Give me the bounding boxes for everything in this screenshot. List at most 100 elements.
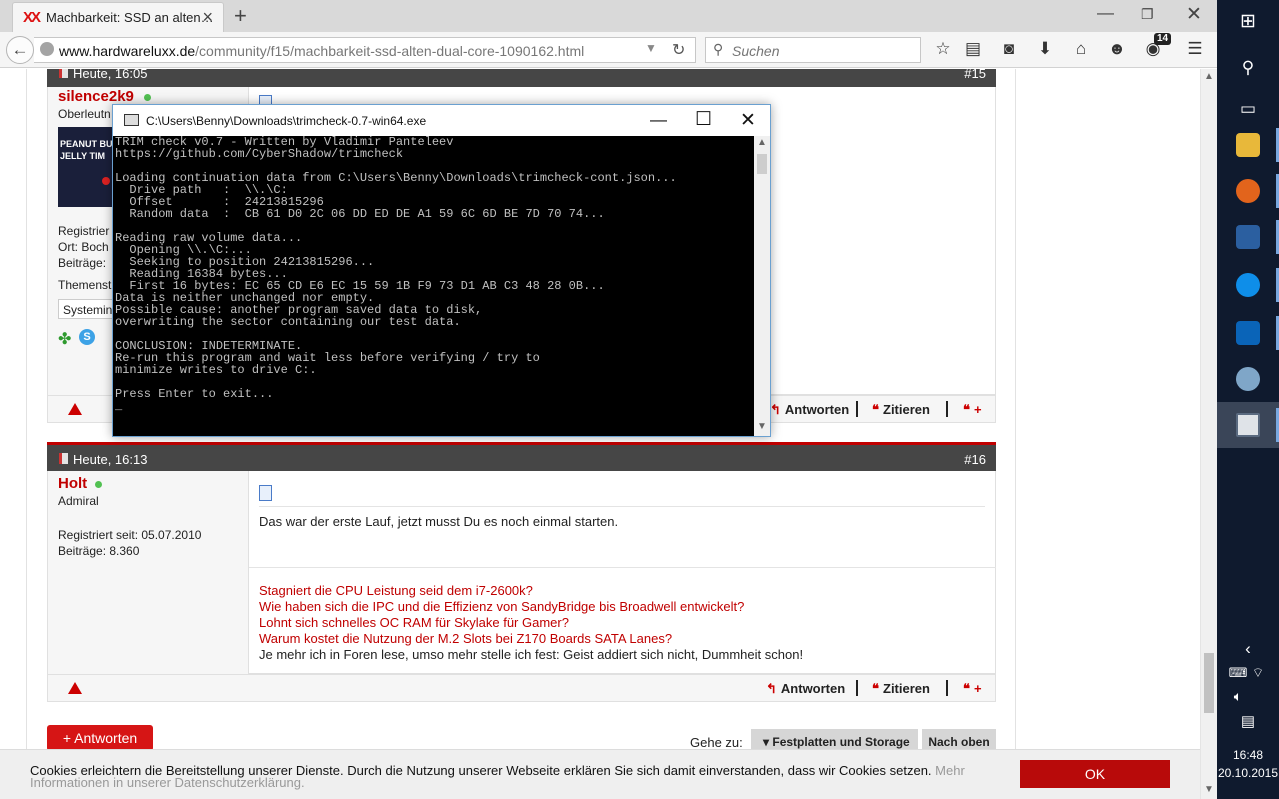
divider [946, 680, 948, 696]
wifi-icon[interactable]: ⌔ [1227, 665, 1279, 681]
console-output-area[interactable]: TRIM check v0.7 - Written by Vladimir Pa… [113, 136, 754, 436]
quote-action[interactable]: ❝ Zitieren [872, 681, 930, 697]
app-button[interactable] [1217, 214, 1279, 260]
post-16-userinfo: Holt Admiral Registriert seit: 05.07.201… [48, 471, 249, 674]
avatar[interactable]: PEANUT BUT JELLY TIM [58, 127, 118, 207]
console-scrollbar-thumb[interactable] [757, 154, 767, 174]
url-text[interactable]: www.hardwareluxx.de/community/f15/machba… [59, 43, 584, 59]
tab-bar: XX Machbarkeit: SSD an alten… × + — ❐ ✕ [0, 0, 1217, 32]
scroll-down-icon[interactable]: ▼ [1204, 784, 1214, 795]
registered-since: Registriert seit: 05.07.2010 [58, 528, 202, 542]
console-minimize-icon[interactable]: — [650, 110, 667, 130]
cookie-ok-button[interactable]: OK [1020, 760, 1170, 788]
clover-icon[interactable]: ✤ [58, 329, 71, 349]
clock-time[interactable]: 16:48 [1217, 748, 1279, 762]
post-number[interactable]: #16 [964, 452, 986, 467]
user-rank: Admiral [58, 494, 99, 508]
post-15-header: Heute, 16:05 #15 [47, 69, 996, 87]
windows-taskbar: ⊞ ⚲ ▭ ‹ ⌨ ⌔ 🔈︎ ▤ 16:48 20.10.2015 [1217, 0, 1279, 799]
start-button[interactable]: ⊞ [1217, 0, 1279, 46]
console-title: C:\Users\Benny\Downloads\trimcheck-0.7-w… [146, 114, 427, 128]
post-16-header: Heute, 16:13 #16 [47, 442, 996, 473]
paint-button[interactable] [1217, 356, 1279, 402]
reply-action[interactable]: ↰ Antworten [770, 402, 849, 418]
console-scrollbar[interactable]: ▲ ▼ [754, 136, 770, 436]
pocket-icon[interactable]: ◙ [998, 39, 1020, 59]
multiquote-action[interactable]: ❝ + [963, 681, 982, 697]
active-tab[interactable]: XX Machbarkeit: SSD an alten… × [12, 2, 224, 32]
tab-close-icon[interactable]: × [202, 7, 213, 28]
username[interactable]: Holt [58, 475, 87, 492]
hello-chat-icon[interactable]: ☻ [1106, 39, 1128, 59]
new-reply-button[interactable]: + Antworten [47, 725, 153, 751]
bookmarks-list-icon[interactable]: ▤ [962, 39, 984, 59]
post-date: Heute, 16:13 [73, 452, 148, 467]
paint-icon [1236, 367, 1260, 391]
download-icon[interactable]: ⬇ [1034, 39, 1056, 59]
home-icon[interactable]: ⌂ [1070, 39, 1092, 59]
app-icon [1236, 225, 1260, 249]
volume-icon[interactable]: 🔈︎ [1207, 688, 1269, 705]
console-titlebar[interactable]: C:\Users\Benny\Downloads\trimcheck-0.7-w… [113, 105, 770, 136]
restore-icon[interactable]: ❐ [1141, 6, 1154, 23]
search-bar[interactable]: ⚲ [705, 37, 921, 63]
report-warning-icon[interactable] [68, 403, 82, 415]
chevron-left-icon[interactable]: ‹ [1217, 639, 1279, 659]
reply-action[interactable]: ↰ Antworten [766, 681, 845, 697]
file-explorer-button[interactable] [1217, 122, 1279, 168]
post-number[interactable]: #15 [964, 69, 986, 81]
report-warning-icon[interactable] [68, 682, 82, 694]
console-window[interactable]: C:\Users\Benny\Downloads\trimcheck-0.7-w… [112, 104, 771, 437]
console-taskbar-button[interactable] [1217, 402, 1279, 448]
message-icon [259, 485, 272, 501]
url-dropdown-icon[interactable]: ▼ [645, 41, 657, 55]
online-status-icon [95, 481, 102, 488]
post-message: Das war der erste Lauf, jetzt musst Du e… [259, 514, 619, 529]
windows-logo-icon: ⊞ [1240, 11, 1256, 32]
new-tab-button[interactable]: + [234, 3, 247, 29]
scroll-up-icon[interactable]: ▲ [1204, 71, 1214, 82]
hardwareluxx-favicon-icon: XX [23, 9, 41, 26]
divider [856, 401, 858, 417]
signature-link[interactable]: Warum kostet die Nutzung der M.2 Slots b… [259, 631, 672, 646]
signature-divider [249, 567, 996, 568]
back-button[interactable]: ← [6, 36, 34, 64]
clock-date[interactable]: 20.10.2015 [1217, 766, 1279, 780]
minimize-icon[interactable]: — [1097, 3, 1114, 23]
post-icon [59, 453, 68, 464]
outlook-button[interactable] [1217, 310, 1279, 356]
multiquote-action[interactable]: ❝ + [963, 402, 982, 418]
reload-icon[interactable]: ↻ [672, 40, 685, 60]
signature-link[interactable]: Wie haben sich die IPC und die Effizienz… [259, 599, 744, 614]
divider [946, 401, 948, 417]
scroll-down-icon[interactable]: ▼ [757, 421, 767, 432]
post-16-body: Holt Admiral Registriert seit: 05.07.201… [47, 471, 996, 674]
teamviewer-icon [1236, 273, 1260, 297]
post-count: Beiträge: 8.360 [58, 544, 140, 558]
bookmark-star-icon[interactable]: ☆ [932, 39, 954, 59]
menu-icon[interactable]: ☰ [1184, 39, 1206, 59]
firefox-button[interactable] [1217, 168, 1279, 214]
username[interactable]: silence2k9 [58, 88, 134, 105]
post-date: Heute, 16:05 [73, 69, 148, 81]
search-icon: ⚲ [1241, 58, 1255, 77]
search-input[interactable] [732, 43, 912, 59]
action-center-icon[interactable]: ▤ [1217, 712, 1279, 730]
skype-icon[interactable]: S [79, 329, 95, 345]
console-close-icon[interactable]: ✕ [740, 109, 756, 132]
signature-link[interactable]: Stagniert die CPU Leistung seid dem i7-2… [259, 583, 533, 598]
post-count: Beiträge: [58, 256, 107, 270]
user-location: Ort: Boch [58, 240, 109, 254]
scroll-up-icon[interactable]: ▲ [757, 137, 767, 148]
globe-icon [40, 42, 54, 56]
close-window-icon[interactable]: ✕ [1186, 3, 1202, 26]
cookie-banner: Cookies erleichtern die Bereitstellung u… [0, 749, 1200, 799]
url-bar[interactable]: www.hardwareluxx.de/community/f15/machba… [34, 37, 696, 63]
console-maximize-icon[interactable]: ☐ [695, 108, 712, 131]
signature-link[interactable]: Lohnt sich schnelles OC RAM für Skylake … [259, 615, 569, 630]
quote-action[interactable]: ❝ Zitieren [872, 402, 930, 418]
online-status-icon [144, 94, 151, 101]
search-button[interactable]: ⚲ [1217, 46, 1279, 92]
teamviewer-button[interactable] [1217, 262, 1279, 308]
folder-icon [1236, 133, 1260, 157]
